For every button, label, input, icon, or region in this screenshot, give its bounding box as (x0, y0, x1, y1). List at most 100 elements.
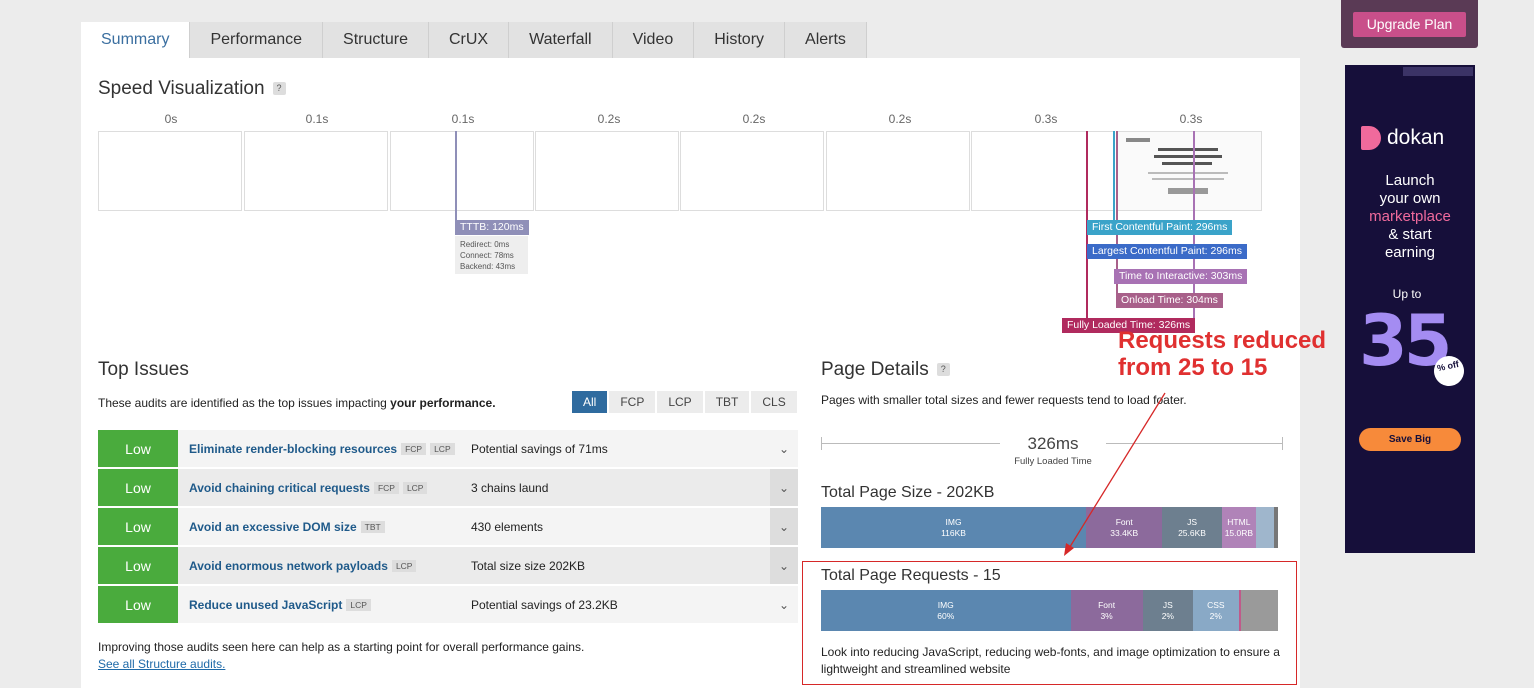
segment-value: 2% (1209, 610, 1222, 621)
issue-tag: LCP (346, 599, 371, 612)
issue-row[interactable]: Low Reduce unused JavaScript LCP Potentia… (98, 586, 798, 623)
bar-segment: JS 25.6KB (1162, 507, 1222, 548)
issue-title[interactable]: Reduce unused JavaScript LCP (189, 598, 471, 612)
issue-row[interactable]: Low Avoid chaining critical requests FCP L… (98, 469, 798, 506)
issue-title-text[interactable]: Eliminate render-blocking resources (189, 442, 397, 456)
issue-row[interactable]: Low Avoid an excessive DOM size TBT 430 e… (98, 508, 798, 545)
speed-visualization-title: Speed Visualization (98, 78, 265, 99)
time-label: 0.3s (1034, 112, 1058, 126)
issue-title[interactable]: Eliminate render-blocking resources FCP LC… (189, 442, 471, 456)
ad-line: marketplace (1369, 208, 1451, 225)
filmstrip-frame (680, 131, 824, 211)
tab-history[interactable]: History (694, 22, 786, 58)
ad-line: Launch (1385, 172, 1435, 189)
issue-row[interactable]: Low Avoid enormous network payloads LCP T… (98, 547, 798, 584)
ttfb-line (455, 131, 457, 221)
chevron-down-icon[interactable]: ⌄ (770, 586, 798, 623)
segment-name: HTML (1227, 516, 1251, 527)
severity-badge: Low (98, 586, 178, 623)
filmstrip-frame (98, 131, 242, 211)
issue-tag: LCP (391, 560, 417, 573)
filter-all[interactable]: All (572, 391, 608, 413)
tab-summary[interactable]: Summary (81, 22, 191, 58)
ad-line: & start (1388, 226, 1432, 243)
issue-title-text[interactable]: Avoid an excessive DOM size (189, 520, 357, 534)
issue-description: 430 elements (471, 519, 544, 534)
annotation-line: from 25 to 15 (1118, 354, 1268, 381)
save-big-button[interactable]: Save Big (1359, 428, 1461, 451)
issue-title[interactable]: Avoid an excessive DOM size TBT (189, 520, 471, 534)
tab-performance[interactable]: Performance (190, 22, 324, 58)
chevron-down-icon[interactable]: ⌄ (770, 430, 798, 467)
bar-segment: IMG 60% (821, 590, 1071, 631)
severity-badge: Low (98, 508, 178, 545)
speed-visualization-heading: Speed Visualization? (98, 78, 286, 100)
annotation-arrow (1064, 392, 1166, 556)
subtitle-text: These audits are identified as the top i… (98, 396, 391, 410)
filter-fcp[interactable]: FCP (609, 391, 656, 413)
bar-segment: Font 3% (1070, 590, 1143, 631)
chevron-down-icon[interactable]: ⌄ (770, 469, 798, 506)
issue-title-text[interactable]: Reduce unused JavaScript (189, 598, 342, 612)
segment-value: 15.0RB (1224, 527, 1254, 538)
see-all-structure-audits-link[interactable]: See all Structure audits. (98, 657, 225, 671)
ttfb-connect: Connect: 78ms (460, 251, 514, 260)
issue-title-text[interactable]: Avoid enormous network payloads (189, 559, 388, 573)
ad-choices-badge[interactable] (1403, 67, 1473, 76)
filmstrip-frame (535, 131, 679, 211)
tab-alerts[interactable]: Alerts (785, 22, 867, 58)
upgrade-container: Upgrade Plan (1341, 0, 1478, 48)
lcp-marker: Largest Contentful Paint: 296ms (1087, 244, 1248, 259)
chevron-down-icon[interactable]: ⌄ (770, 508, 798, 545)
ad-headline: Launch your own marketplace & start earn… (1345, 172, 1475, 262)
severity-badge: Low (98, 430, 178, 467)
annotation-line: Requests reduced (1118, 327, 1327, 354)
top-issues-subtitle: These audits are identified as the top i… (98, 396, 496, 410)
filter-tbt[interactable]: TBT (704, 391, 750, 413)
page-details-heading: Page Details? (821, 359, 950, 381)
issue-filters: All FCP LCP TBT CLS (572, 391, 797, 413)
issue-description: Potential savings of 23.2KB (471, 597, 618, 612)
time-label: 0.2s (742, 112, 766, 126)
segment-value: 60% (937, 610, 955, 621)
tab-video[interactable]: Video (612, 22, 695, 58)
total-page-requests-title: Total Page Requests - 15 (821, 567, 1001, 584)
total-page-size-title: Total Page Size - 202KB (821, 484, 995, 501)
time-label: 0.1s (305, 112, 329, 126)
help-icon[interactable]: ? (272, 82, 286, 96)
issue-description: 3 chains laund (471, 480, 549, 495)
subtitle-bold: your performance. (390, 396, 496, 410)
segment-value: 25.6KB (1178, 527, 1206, 538)
advertisement[interactable]: dokan Launch your own marketplace & star… (1345, 65, 1475, 553)
tab-crux[interactable]: CrUX (428, 22, 510, 58)
top-issues-title: Top Issues (98, 359, 189, 380)
filter-lcp[interactable]: LCP (657, 391, 703, 413)
issue-title[interactable]: Avoid chaining critical requests FCP LCP (189, 481, 471, 495)
chevron-down-icon[interactable]: ⌄ (770, 547, 798, 584)
segment-name: JS (1162, 599, 1173, 610)
fcp-line (1113, 131, 1115, 231)
ttfb-marker: TTTB: 120ms (455, 220, 529, 235)
page-details-recommendation: Look into reducing JavaScript, reducing … (821, 645, 1280, 676)
issue-tag: LCP (402, 482, 428, 495)
issue-title-text[interactable]: Avoid chaining critical requests (189, 481, 370, 495)
page-size-bar: IMG 116KB Font 33.4KB JS 25.6KB HTML 15.0RB (821, 507, 1278, 548)
tab-waterfall[interactable]: Waterfall (509, 22, 613, 58)
upgrade-plan-button[interactable]: Upgrade Plan (1353, 12, 1466, 37)
tti-marker: Time to Interactive: 303ms (1114, 269, 1248, 284)
ad-brand: dokan (1387, 126, 1445, 149)
segment-name: CSS (1207, 599, 1225, 610)
issue-title[interactable]: Avoid enormous network payloads LCP (189, 559, 471, 573)
tab-structure[interactable]: Structure (323, 22, 429, 58)
issue-row[interactable]: Low Eliminate render-blocking resources F… (98, 430, 798, 467)
bar-segment (1241, 590, 1278, 631)
ad-line: your own (1379, 190, 1441, 207)
time-label: 0.3s (1179, 112, 1203, 126)
tab-bar: Summary Performance Structure CrUX Water… (81, 22, 867, 58)
issue-tag: FCP (401, 443, 427, 456)
help-icon[interactable]: ? (936, 363, 950, 377)
filter-cls[interactable]: CLS (751, 391, 797, 413)
segment-name: JS (1187, 516, 1197, 527)
time-label: 0.1s (451, 112, 475, 126)
issue-description: Total size size 202KB (471, 558, 586, 573)
